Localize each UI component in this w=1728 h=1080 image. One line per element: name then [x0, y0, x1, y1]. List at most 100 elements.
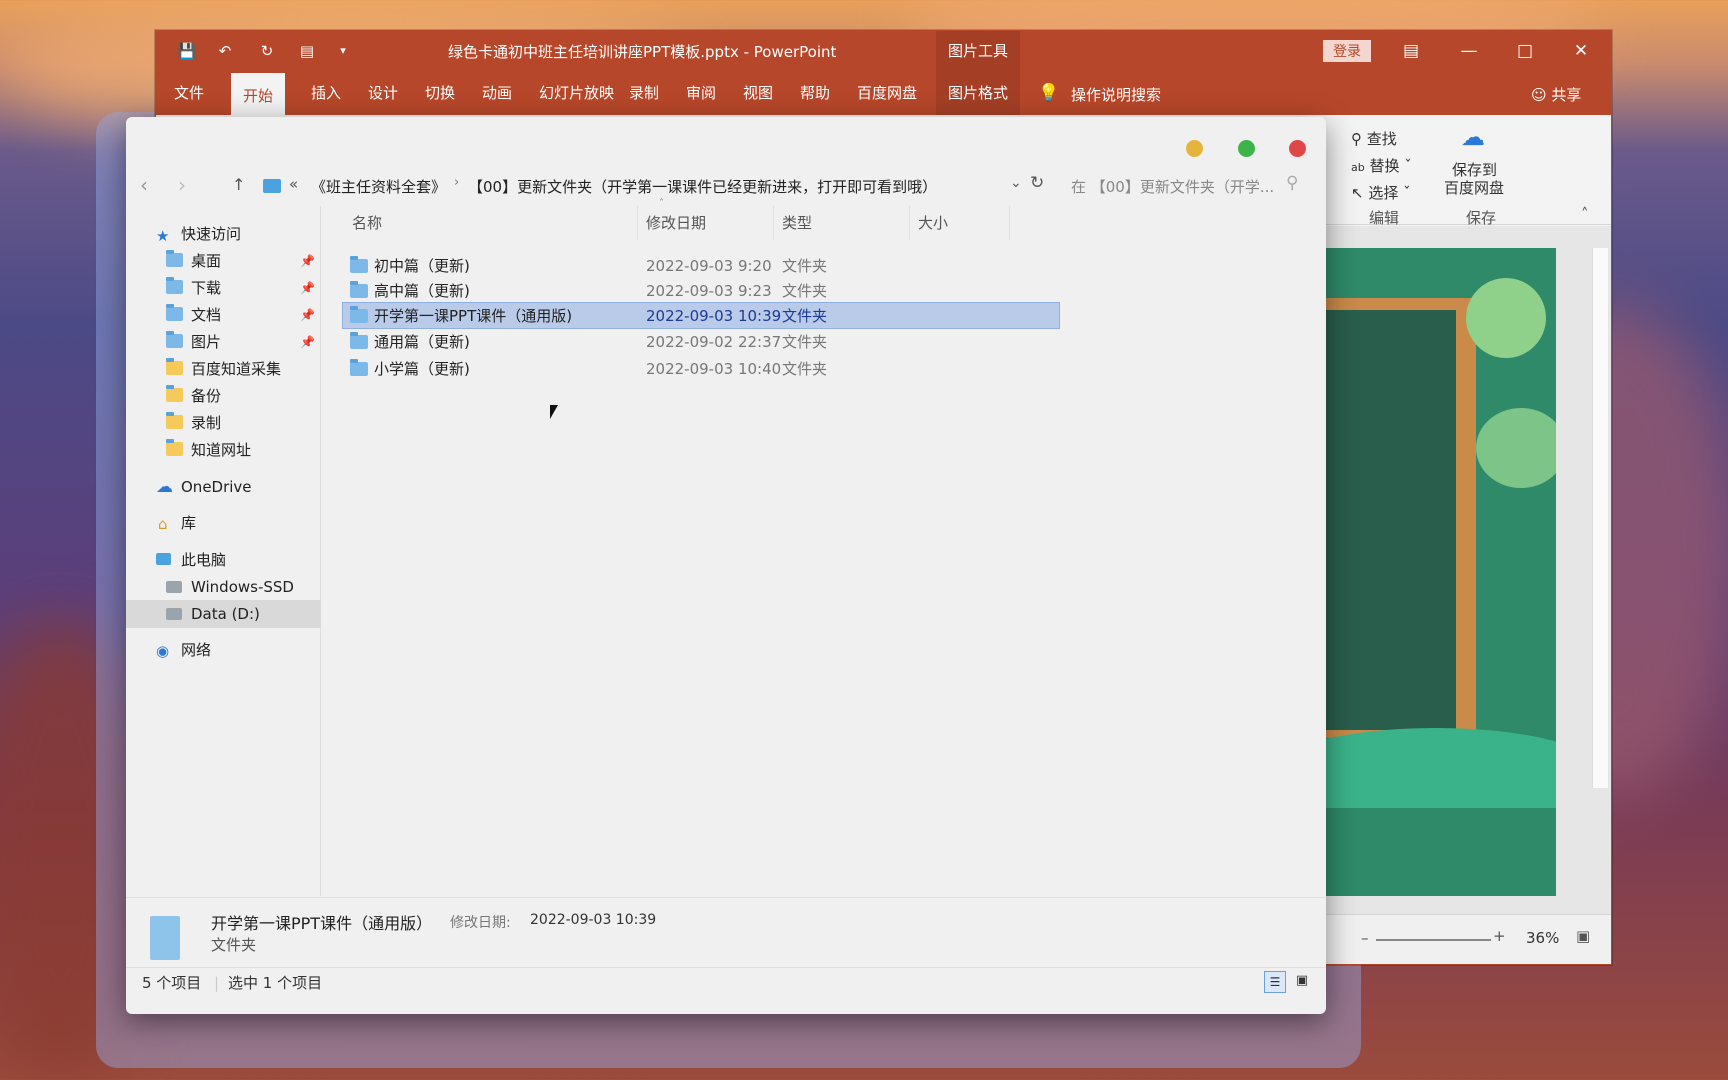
- column-date[interactable]: 修改日期: [638, 206, 774, 240]
- pin-icon[interactable]: 📌: [300, 328, 315, 356]
- folder-icon: [350, 306, 368, 323]
- nav-drive-c[interactable]: Windows-SSD (C:): [126, 573, 321, 624]
- nav-downloads[interactable]: 下载 📌: [126, 274, 321, 302]
- save-icon[interactable]: 💾: [176, 41, 198, 61]
- minimize-button[interactable]: —: [1441, 31, 1497, 71]
- navigation-pane: ★ 快速访问 桌面 📌 下载 📌 文档 📌 图片 📌 百度知道采集 备份 录制 知道网址 …: [126, 206, 321, 896]
- history-dropdown-icon[interactable]: ⌄: [1010, 175, 1022, 191]
- pin-icon[interactable]: 📌: [300, 274, 315, 302]
- pin-icon[interactable]: 📌: [300, 301, 315, 329]
- share-button[interactable]: ☺ 共享: [1531, 84, 1581, 105]
- close-button[interactable]: ✕: [1553, 31, 1609, 71]
- ribbon-tabs: 文件 开始 插入 设计 切换 动画 幻灯片放映 录制 审阅 视图 帮助 百度网盘…: [156, 73, 1611, 115]
- search-icon[interactable]: ⚲: [1286, 173, 1298, 193]
- login-button[interactable]: 登录: [1323, 40, 1371, 62]
- close-dot[interactable]: [1289, 140, 1306, 157]
- explorer-statusbar: 5 个项目 | 选中 1 个项目 ☰ ▣: [126, 967, 1326, 999]
- minimize-dot[interactable]: [1186, 140, 1203, 157]
- customize-qa-icon[interactable]: ▾: [332, 41, 354, 61]
- tab-home[interactable]: 开始: [231, 73, 286, 115]
- tab-review[interactable]: 审阅: [674, 73, 728, 115]
- table-row[interactable]: 初中篇（更新) 2022-09-03 9:20 文件夹: [344, 253, 1060, 280]
- nav-folder[interactable]: 录制: [126, 409, 321, 437]
- folder-icon: [166, 358, 183, 375]
- column-size[interactable]: 大小: [910, 206, 1010, 240]
- breadcrumb-item[interactable]: 【00】更新文件夹（开学第一课课件已经更新进来，打开即可看到哦）: [468, 176, 937, 197]
- nav-folder[interactable]: 百度知道采集: [126, 355, 321, 383]
- table-row[interactable]: 通用篇（更新) 2022-09-02 22:37 文件夹: [344, 329, 1060, 356]
- details-view-icon[interactable]: ☰: [1264, 971, 1286, 993]
- picture-tools-context: 图片工具: [936, 31, 1020, 73]
- tell-me-search[interactable]: 操作说明搜索: [1071, 84, 1161, 105]
- details-name: 开学第一课PPT课件（通用版）: [211, 914, 433, 933]
- zoom-in-button[interactable]: +: [1493, 927, 1506, 945]
- ribbon-display-icon[interactable]: ▤: [1383, 31, 1439, 71]
- select-button[interactable]: ↖ 选择 ˇ: [1351, 182, 1411, 203]
- details-date: 2022-09-03 10:39: [530, 912, 657, 928]
- nav-library[interactable]: ⌂ 库: [126, 509, 321, 537]
- tab-animations[interactable]: 动画: [470, 73, 524, 115]
- person-icon: ☺: [1531, 86, 1547, 104]
- breadcrumb-overflow[interactable]: «: [289, 175, 298, 193]
- tab-design[interactable]: 设计: [356, 73, 410, 115]
- large-folder-icon: [150, 916, 180, 960]
- find-button[interactable]: ⚲ 查找: [1351, 128, 1397, 149]
- presentation-icon[interactable]: ▤: [296, 41, 318, 61]
- table-row-selected[interactable]: 开学第一课PPT课件（通用版) 2022-09-03 10:39 文件夹: [342, 302, 1060, 329]
- zoom-out-button[interactable]: –: [1361, 929, 1369, 947]
- forward-icon[interactable]: ›: [178, 173, 186, 197]
- cloud-icon: ☁: [156, 477, 173, 497]
- back-icon[interactable]: ‹: [140, 173, 148, 197]
- zoom-level[interactable]: 36%: [1526, 929, 1559, 947]
- tab-transitions[interactable]: 切换: [413, 73, 467, 115]
- details-date-label: 修改日期:: [450, 915, 511, 931]
- network-icon: ◉: [156, 642, 170, 660]
- undo-icon[interactable]: ↶: [214, 41, 236, 61]
- replace-button[interactable]: ab 替换 ˇ: [1351, 155, 1412, 176]
- tab-file[interactable]: 文件: [162, 73, 216, 115]
- folder-icon: [350, 332, 368, 349]
- fit-slide-icon[interactable]: ▣: [1576, 927, 1590, 945]
- nav-folder[interactable]: 备份: [126, 382, 321, 410]
- nav-drive-d[interactable]: Data (D:): [126, 600, 321, 628]
- thumbnail-view-icon[interactable]: ▣: [1291, 971, 1313, 993]
- up-icon[interactable]: ↑: [232, 175, 245, 194]
- baidu-pan-label[interactable]: 百度网盘: [1444, 177, 1504, 198]
- tab-insert[interactable]: 插入: [299, 73, 353, 115]
- tab-baidu[interactable]: 百度网盘: [845, 73, 929, 115]
- details-pane: 开学第一课PPT课件（通用版） 修改日期: 2022-09-03 10:39 文…: [126, 897, 1326, 967]
- nav-pictures[interactable]: 图片 📌: [126, 328, 321, 356]
- folder-icon: [166, 412, 183, 429]
- column-type[interactable]: 类型: [774, 206, 910, 240]
- slide-thumbnail[interactable]: [1316, 248, 1556, 896]
- nav-desktop[interactable]: 桌面 📌: [126, 247, 321, 275]
- tab-record[interactable]: 录制: [617, 73, 671, 115]
- redo-icon[interactable]: ↻: [256, 41, 278, 61]
- nav-quick-access[interactable]: ★ 快速访问: [126, 220, 321, 248]
- zoom-slider[interactable]: [1376, 939, 1491, 941]
- pin-icon[interactable]: 📌: [300, 247, 315, 275]
- table-row[interactable]: 小学篇（更新) 2022-09-03 10:40 文件夹: [344, 356, 1060, 383]
- nav-this-pc[interactable]: 此电脑: [126, 546, 321, 574]
- search-input[interactable]: 在 【00】更新文件夹（开学...: [1071, 176, 1274, 197]
- collapse-ribbon-icon[interactable]: ˄: [1581, 205, 1589, 223]
- tab-picture-format[interactable]: 图片格式: [936, 73, 1020, 115]
- leaf-decoration: [1476, 408, 1556, 488]
- breadcrumb-item[interactable]: 《班主任资料全套》: [311, 176, 446, 197]
- library-icon: ⌂: [158, 515, 168, 533]
- nav-network[interactable]: ◉ 网络: [126, 636, 321, 664]
- table-row[interactable]: 高中篇（更新) 2022-09-03 9:23 文件夹: [344, 278, 1060, 305]
- nav-documents[interactable]: 文档 📌: [126, 301, 321, 329]
- maximize-button[interactable]: □: [1497, 31, 1553, 71]
- tab-help[interactable]: 帮助: [788, 73, 842, 115]
- slide-scrollbar[interactable]: [1592, 248, 1608, 788]
- column-name[interactable]: 名称: [344, 206, 638, 240]
- nav-onedrive[interactable]: ☁ OneDrive: [126, 473, 321, 501]
- search-icon: ⚲: [1351, 130, 1362, 148]
- refresh-icon[interactable]: ↻: [1030, 173, 1044, 193]
- nav-folder[interactable]: 知道网址: [126, 436, 321, 464]
- documents-folder-icon: [166, 304, 183, 321]
- maximize-dot[interactable]: [1238, 140, 1255, 157]
- tab-view[interactable]: 视图: [731, 73, 785, 115]
- tab-slideshow[interactable]: 幻灯片放映: [527, 73, 626, 115]
